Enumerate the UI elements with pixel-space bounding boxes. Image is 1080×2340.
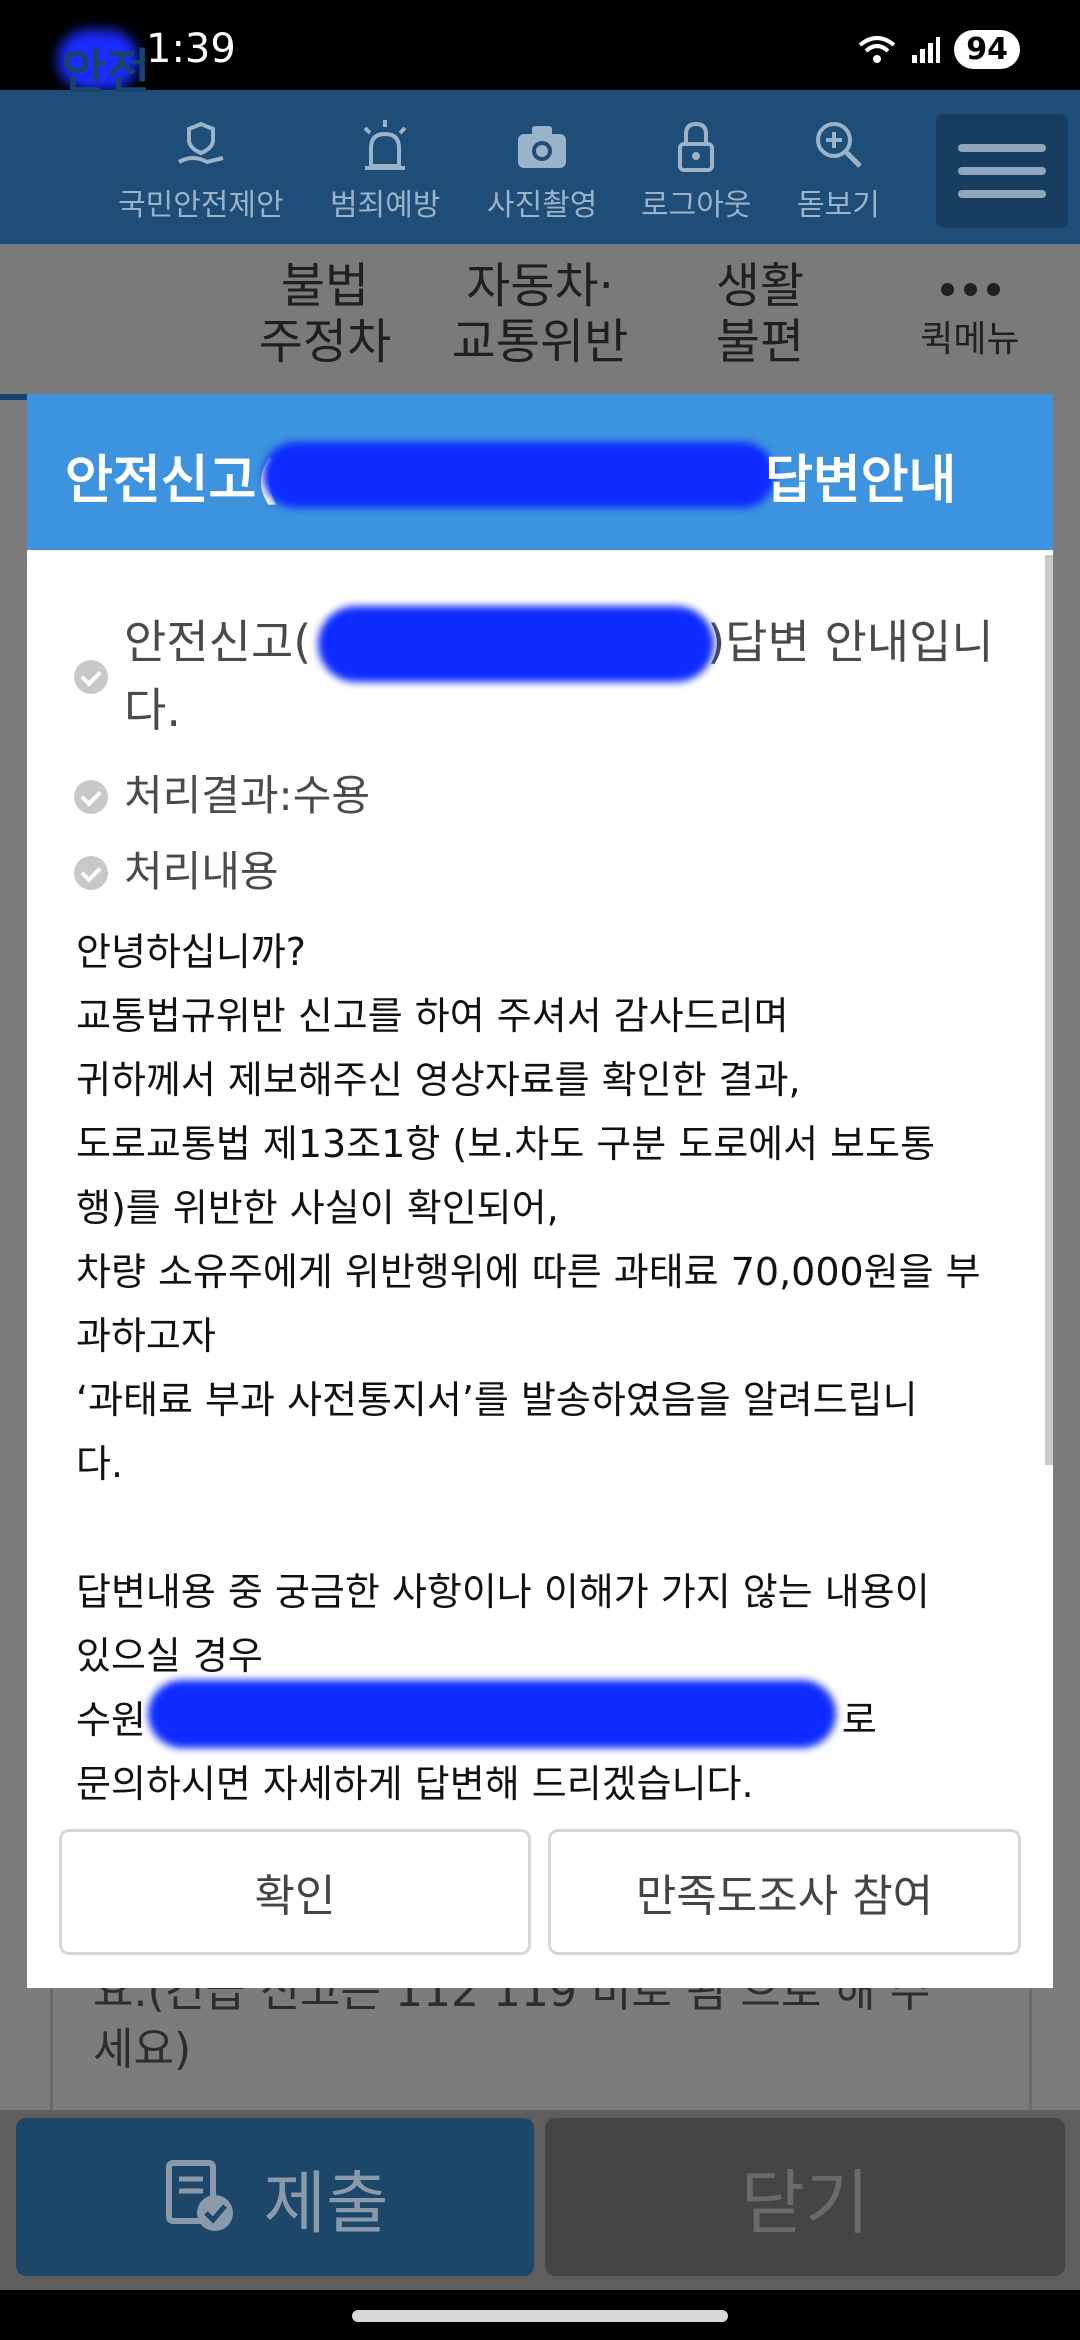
redacted-report-id [263, 442, 775, 508]
siren-icon [363, 120, 407, 170]
toolbar-item-logout[interactable]: 로그아웃 [641, 118, 751, 224]
toolbar-item-crime-prevention[interactable]: 범죄예방 [330, 118, 440, 224]
bullet-result: 처리결과:수용 [74, 762, 370, 830]
body-line: 과하고자 [76, 1314, 216, 1358]
body-line: 귀하께서 제보해주신 영상자료를 확인한 결과, [76, 1058, 801, 1102]
more-dots-icon [910, 283, 1030, 296]
hamburger-line [958, 167, 1046, 175]
body-line: 안녕하십니까? [76, 930, 306, 974]
bullet-text: 처리내용 [124, 847, 279, 896]
hamburger-icon [958, 144, 1046, 152]
dialog-header: 안전신고( 답변안내 [27, 394, 1053, 550]
toolbar-label: 로그아웃 [641, 188, 752, 223]
body-line: 문의하시면 자세하게 답변해 드리겠습니다. [76, 1762, 754, 1806]
hamburger-menu-button[interactable] [936, 114, 1068, 228]
lock-icon [678, 121, 715, 172]
check-circle-icon [74, 660, 108, 694]
tab-quick-menu[interactable]: 퀵메뉴 [910, 283, 1030, 362]
hand-shield-icon [177, 121, 224, 165]
toolbar-item-photo[interactable]: 사진촬영 [487, 118, 597, 224]
bullet-content: 처리내용 [74, 838, 279, 906]
check-circle-icon [74, 856, 108, 890]
body-line [76, 1496, 1016, 1560]
body-line: 행)를 위반한 사실이 확인되어, [76, 1186, 559, 1230]
submit-button[interactable]: 제출 [16, 2118, 534, 2276]
body-line: 도로교통법 제13조1항 (보.차도 구분 도로에서 보도통 [76, 1122, 936, 1166]
toolbar-label: 사진촬영 [487, 188, 598, 223]
magnifier-plus-icon [816, 122, 863, 168]
body-line: 교통법규위반 신고를 하여 주셔서 감사드리며 [76, 994, 789, 1038]
body-line: 있으실 경우 [76, 1634, 263, 1678]
bullet-line2: 다. [124, 683, 181, 737]
check-circle-icon [74, 780, 108, 814]
dialog-title-suffix: 답변안내 [765, 451, 957, 511]
survey-button[interactable]: 만족도조사 참여 [548, 1829, 1021, 1955]
toolbar-label: 범죄예방 [330, 188, 441, 223]
confirm-button[interactable]: 확인 [59, 1829, 531, 1955]
close-button[interactable]: 닫기 [545, 2118, 1065, 2276]
toolbar-item-magnifier[interactable]: 돋보기 [797, 118, 880, 224]
body-line: 차량 소유주에게 위반행위에 따른 과태료 70,000원을 부 [76, 1250, 981, 1294]
bullet-line1-suffix: )답변 안내입니 [707, 615, 994, 669]
contact-suffix: 로 [841, 1698, 877, 1742]
status-icons: 94 [858, 30, 1020, 69]
signal-icon [912, 36, 941, 63]
battery-icon: 94 [954, 30, 1020, 69]
redacted-contact [148, 1680, 836, 1748]
home-indicator[interactable] [352, 2310, 728, 2322]
hamburger-line [958, 190, 1046, 198]
bullet-line1-prefix: 안전신고( [124, 615, 312, 669]
document-check-icon [166, 2160, 234, 2231]
tab-illegal-parking[interactable]: 불법 주정차 [230, 258, 420, 370]
tab-safety[interactable]: 안전 [46, 44, 166, 100]
body-line: 다. [76, 1442, 124, 1486]
field-text-line: 세요) [93, 2024, 192, 2075]
wifi-icon [858, 35, 896, 63]
camera-icon [518, 126, 567, 168]
body-line: ‘과태료 부과 사전통지서’를 발송하였음을 알려드립니 [76, 1378, 918, 1422]
tab-living-inconvenience[interactable]: 생활 불편 [680, 258, 840, 370]
contact-prefix: 수원 [76, 1698, 146, 1742]
body-line: 답변내용 중 궁금한 사항이나 이해가 가지 않는 내용이 [76, 1570, 930, 1614]
toolbar-label: 돋보기 [797, 188, 880, 223]
tab-traffic-violation[interactable]: 자동차· 교통위반 [430, 258, 650, 370]
toolbar-label: 국민안전제안 [118, 188, 284, 223]
quick-menu-label: 퀵메뉴 [920, 319, 1020, 360]
dialog-scrollbar[interactable] [1045, 555, 1053, 1465]
submit-label: 제출 [263, 2164, 389, 2244]
bullet-text: 처리결과:수용 [124, 771, 370, 820]
dialog-title-prefix: 안전신고( [65, 451, 281, 511]
toolbar-item-safety-proposal[interactable]: 국민안전제안 [118, 118, 284, 224]
redacted-report-id [318, 606, 714, 682]
